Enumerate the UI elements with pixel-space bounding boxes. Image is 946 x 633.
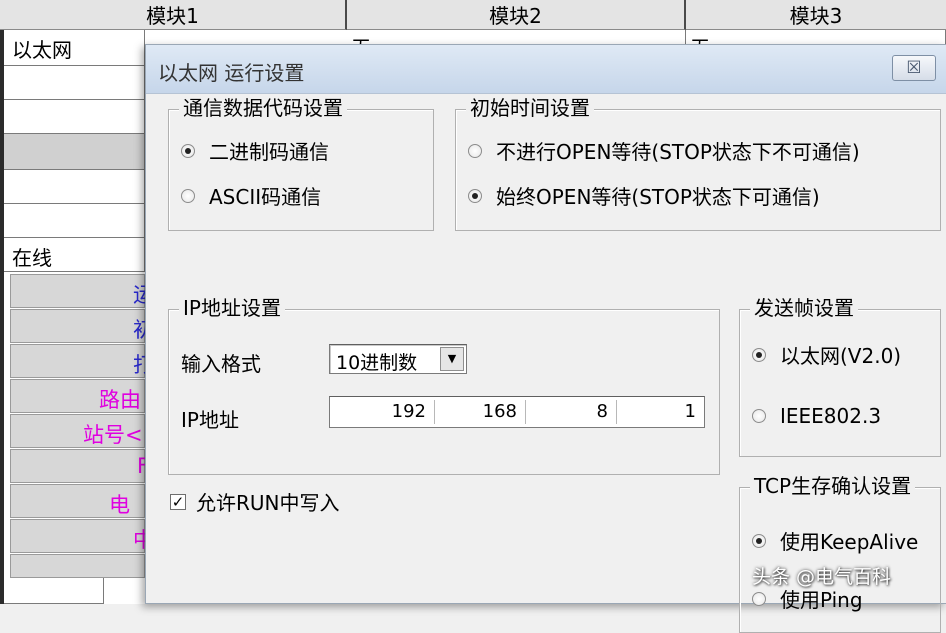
status-value: 在线	[12, 246, 52, 270]
grid-cell-network-type[interactable]: 以太网	[4, 30, 145, 66]
ip-settings-group: IP地址设置 输入格式 10进制数 ▼ IP地址 192 168 8 1	[168, 295, 720, 475]
tcp-keepalive-group: TCP生存确认设置 使用KeepAlive 使用Ping	[739, 473, 941, 633]
radio-no-open-wait[interactable]: 不进行OPEN等待(STOP状态下不可通信)	[468, 136, 860, 165]
initial-timing-legend: 初始时间设置	[466, 95, 594, 121]
ip-octet-4[interactable]: 1	[617, 397, 704, 427]
grid-cell[interactable]	[4, 170, 145, 204]
radio-selected-icon[interactable]	[752, 347, 766, 362]
ip-address-label: IP地址	[181, 408, 239, 432]
tcp-keepalive-legend: TCP生存确认设置	[750, 473, 916, 499]
allow-run-write-checkbox[interactable]: ✓ 允许RUN中写入	[170, 487, 340, 516]
comm-code-legend: 通信数据代码设置	[179, 95, 347, 121]
radio-unselected-icon[interactable]	[468, 143, 482, 158]
radio-unselected-icon[interactable]	[752, 591, 766, 606]
grid-cell-status[interactable]: 在线	[4, 238, 145, 272]
close-button[interactable]: ☒	[892, 55, 936, 81]
send-frame-legend: 发送帧设置	[750, 295, 858, 321]
radio-selected-icon[interactable]	[468, 188, 482, 203]
initial-timing-group: 初始时间设置 不进行OPEN等待(STOP状态下不可通信) 始终OPEN等待(S…	[455, 95, 941, 231]
interrupt-settings-button[interactable]: 中	[10, 519, 154, 553]
allow-run-write-label: 允许RUN中写入	[196, 491, 340, 515]
routing-settings-button[interactable]: 路由	[10, 379, 145, 413]
station-number-button[interactable]: 站号<	[10, 414, 145, 448]
ip-octet-3[interactable]: 8	[526, 397, 616, 427]
input-format-value: 10进制数	[336, 352, 418, 374]
radio-ethernet-v2[interactable]: 以太网(V2.0)	[752, 340, 901, 369]
dialog-titlebar[interactable]: 以太网 运行设置 ☒	[146, 45, 946, 94]
ip-octet-1[interactable]: 192	[330, 397, 434, 427]
send-frame-group: 发送帧设置 以太网(V2.0) IEEE802.3	[739, 295, 941, 457]
ip-settings-legend: IP地址设置	[179, 295, 285, 321]
grid-cell[interactable]	[4, 100, 145, 134]
operation-settings-button[interactable]: 运	[10, 274, 154, 308]
radio-unselected-icon[interactable]	[181, 188, 195, 203]
radio-selected-icon[interactable]	[752, 533, 766, 548]
column-header-module3: 模块3	[686, 0, 946, 30]
column-header-module2: 模块2	[347, 0, 686, 30]
dialog-title: 以太网 运行设置	[158, 61, 305, 85]
input-format-dropdown[interactable]: 10进制数 ▼	[329, 344, 467, 374]
ethernet-operation-settings-dialog: 以太网 运行设置 ☒ 通信数据代码设置 二进制码通信 ASCII码通信 初始时间…	[145, 44, 946, 633]
grid-cell-disabled	[4, 134, 145, 170]
radio-selected-icon[interactable]	[181, 143, 195, 158]
grid-cell[interactable]	[4, 66, 145, 100]
dropdown-arrow-icon[interactable]: ▼	[440, 347, 464, 371]
column-header-module1: 模块1	[0, 0, 347, 30]
radio-binary-code[interactable]: 二进制码通信	[181, 136, 329, 165]
ip-address-input[interactable]: 192 168 8 1	[329, 396, 705, 428]
network-type-value: 以太网	[12, 38, 72, 62]
radio-ieee8023[interactable]: IEEE802.3	[752, 404, 881, 428]
grid-cell[interactable]	[4, 204, 145, 238]
close-icon: ☒	[906, 58, 922, 78]
open-settings-button[interactable]: 打	[10, 344, 154, 378]
email-settings-button[interactable]: 电子	[10, 484, 145, 547]
grid-cell[interactable]	[4, 578, 104, 604]
radio-use-keepalive[interactable]: 使用KeepAlive	[752, 526, 918, 555]
ftp-settings-button[interactable]: F	[10, 449, 149, 483]
ip-octet-2[interactable]: 168	[435, 397, 525, 427]
initial-settings-button[interactable]: 初	[10, 309, 154, 343]
radio-unselected-icon[interactable]	[752, 409, 766, 423]
dialog-body: 通信数据代码设置 二进制码通信 ASCII码通信 初始时间设置 不进行OPEN等…	[146, 93, 946, 633]
watermark: 头条 @电气百科	[752, 566, 892, 588]
radio-ascii-code[interactable]: ASCII码通信	[181, 181, 321, 210]
checkmark-icon[interactable]: ✓	[170, 493, 186, 510]
grid-button[interactable]	[10, 554, 145, 578]
comm-code-group: 通信数据代码设置 二进制码通信 ASCII码通信	[168, 95, 434, 231]
radio-always-open-wait[interactable]: 始终OPEN等待(STOP状态下可通信)	[468, 181, 820, 210]
input-format-label: 输入格式	[181, 352, 261, 376]
